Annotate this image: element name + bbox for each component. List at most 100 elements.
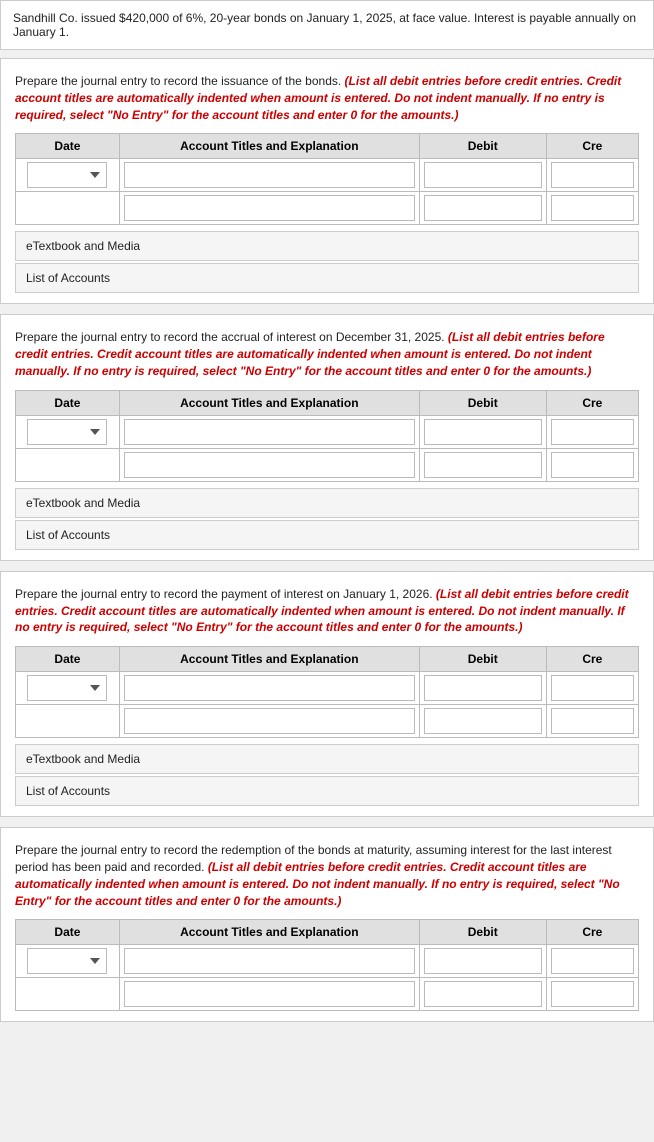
section-3-account-input-1[interactable] [124,675,415,701]
section-3-account-input-2[interactable] [124,708,415,734]
section-4-header-row: Date Account Titles and Explanation Debi… [16,920,639,945]
section-2-account-input-1[interactable] [124,419,415,445]
section-1-account-cell-1 [119,159,419,192]
section-1-col-credit: Cre [546,134,638,159]
section-1-account-input-2[interactable] [124,195,415,221]
table-row [16,159,639,192]
section-2-etextbook-btn[interactable]: eTextbook and Media [15,488,639,518]
section-3: Prepare the journal entry to record the … [0,571,654,817]
section-3-date-cell-1 [16,672,120,705]
section-1-etextbook-btn[interactable]: eTextbook and Media [15,231,639,261]
section-2-date-select-1[interactable] [27,419,107,445]
section-2-credit-input-2[interactable] [551,452,634,478]
section-1: Prepare the journal entry to record the … [0,58,654,304]
section-4-debit-input-2[interactable] [424,981,542,1007]
table-row [16,705,639,738]
section-2-col-date: Date [16,390,120,415]
section-1-debit-input-2[interactable] [424,195,542,221]
section-2-debit-input-1[interactable] [424,419,542,445]
section-1-credit-cell-2 [546,192,638,225]
section-4-debit-cell-1 [419,945,546,978]
section-4-credit-input-2[interactable] [551,981,634,1007]
section-3-credit-input-1[interactable] [551,675,634,701]
table-row [16,415,639,448]
section-3-col-debit: Debit [419,647,546,672]
section-1-accounts-btn[interactable]: List of Accounts [15,263,639,293]
section-2-credit-input-1[interactable] [551,419,634,445]
section-4-col-date: Date [16,920,120,945]
section-4-account-input-1[interactable] [124,948,415,974]
section-3-instruction: Prepare the journal entry to record the … [15,586,639,636]
section-3-debit-input-2[interactable] [424,708,542,734]
section-4-table-wrapper: Date Account Titles and Explanation Debi… [15,919,639,1011]
section-1-debit-input-1[interactable] [424,162,542,188]
section-4-date-select-1[interactable] [27,948,107,974]
section-3-credit-input-2[interactable] [551,708,634,734]
section-1-col-account: Account Titles and Explanation [119,134,419,159]
section-1-account-input-1[interactable] [124,162,415,188]
section-3-col-credit: Cre [546,647,638,672]
section-4-debit-cell-2 [419,978,546,1011]
section-3-credit-cell-2 [546,705,638,738]
section-3-date-cell-2 [16,705,120,738]
section-1-date-cell-2 [16,192,120,225]
section-3-debit-input-1[interactable] [424,675,542,701]
section-4-account-cell-2 [119,978,419,1011]
section-1-date-select-1[interactable] [27,162,107,188]
section-2-table-wrapper: Date Account Titles and Explanation Debi… [15,390,639,482]
section-2-date-cell-2 [16,448,120,481]
section-3-debit-cell-2 [419,705,546,738]
section-2-debit-input-2[interactable] [424,452,542,478]
section-2-instruction: Prepare the journal entry to record the … [15,329,639,379]
section-2-account-cell-1 [119,415,419,448]
section-1-credit-input-1[interactable] [551,162,634,188]
problem-header-text: Sandhill Co. issued $420,000 of 6%, 20-y… [13,11,636,39]
section-1-col-date: Date [16,134,120,159]
problem-header: Sandhill Co. issued $420,000 of 6%, 20-y… [0,0,654,50]
section-1-credit-cell-1 [546,159,638,192]
section-2-account-input-2[interactable] [124,452,415,478]
section-3-credit-cell-1 [546,672,638,705]
section-1-debit-cell-2 [419,192,546,225]
section-3-account-cell-1 [119,672,419,705]
section-3-table-wrapper: Date Account Titles and Explanation Debi… [15,646,639,738]
section-4-credit-cell-1 [546,945,638,978]
section-2-accounts-btn[interactable]: List of Accounts [15,520,639,550]
section-1-instruction: Prepare the journal entry to record the … [15,73,639,123]
section-4-col-account: Account Titles and Explanation [119,920,419,945]
section-2-credit-cell-1 [546,415,638,448]
section-1-credit-input-2[interactable] [551,195,634,221]
section-1-table-wrapper: Date Account Titles and Explanation Debi… [15,133,639,225]
section-2-col-debit: Debit [419,390,546,415]
section-2: Prepare the journal entry to record the … [0,314,654,560]
table-row [16,448,639,481]
section-3-debit-cell-1 [419,672,546,705]
section-2-credit-cell-2 [546,448,638,481]
section-4-credit-input-1[interactable] [551,948,634,974]
section-3-table: Date Account Titles and Explanation Debi… [15,646,639,738]
section-2-header-row: Date Account Titles and Explanation Debi… [16,390,639,415]
section-4-account-input-2[interactable] [124,981,415,1007]
section-4-instruction: Prepare the journal entry to record the … [15,842,639,909]
section-4-col-debit: Debit [419,920,546,945]
section-2-col-account: Account Titles and Explanation [119,390,419,415]
section-3-etextbook-btn[interactable]: eTextbook and Media [15,744,639,774]
section-4-debit-input-1[interactable] [424,948,542,974]
section-1-debit-cell-1 [419,159,546,192]
section-2-plain-text: Prepare the journal entry to record the … [15,330,448,344]
section-4-credit-cell-2 [546,978,638,1011]
table-row [16,978,639,1011]
section-1-plain-text: Prepare the journal entry to record the … [15,74,345,88]
section-1-table: Date Account Titles and Explanation Debi… [15,133,639,225]
section-4-col-credit: Cre [546,920,638,945]
section-3-col-account: Account Titles and Explanation [119,647,419,672]
section-2-table: Date Account Titles and Explanation Debi… [15,390,639,482]
section-1-col-debit: Debit [419,134,546,159]
table-row [16,192,639,225]
section-3-header-row: Date Account Titles and Explanation Debi… [16,647,639,672]
section-4-account-cell-1 [119,945,419,978]
table-row [16,945,639,978]
section-3-accounts-btn[interactable]: List of Accounts [15,776,639,806]
section-3-date-select-1[interactable] [27,675,107,701]
section-3-account-cell-2 [119,705,419,738]
